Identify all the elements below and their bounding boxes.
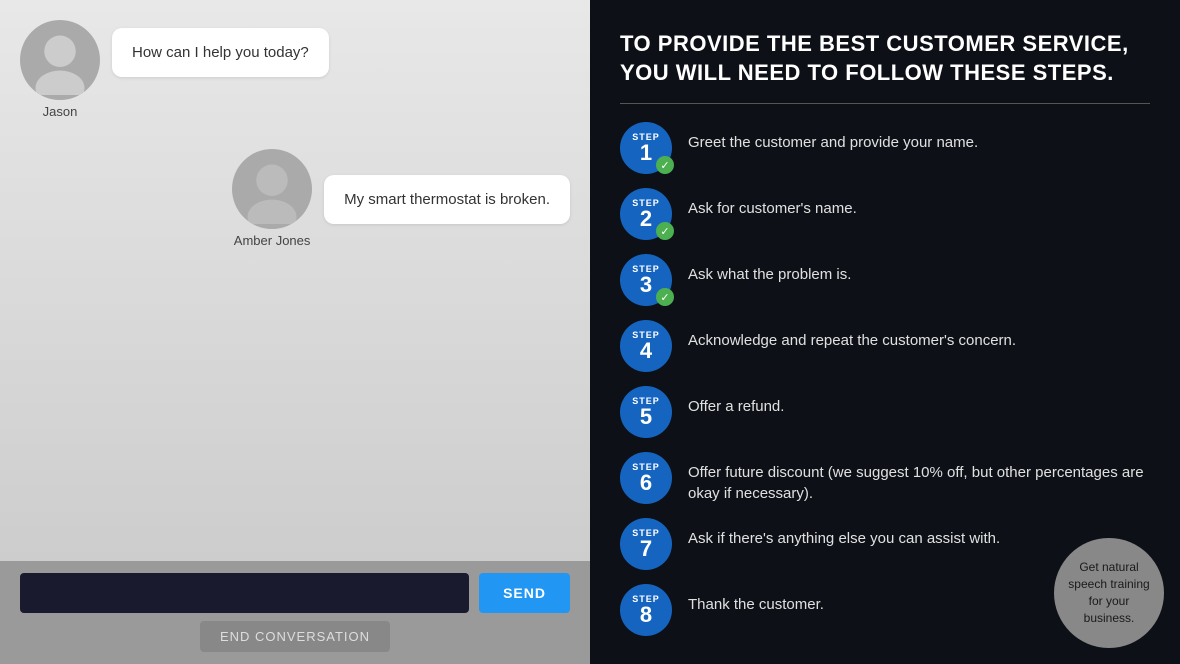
step-number-1: 1: [640, 142, 652, 164]
step-badge-5: STEP 5: [620, 386, 672, 438]
step-text-1: Greet the customer and provide your name…: [688, 122, 978, 153]
check-icon-2: ✓: [656, 222, 674, 240]
send-button[interactable]: SEND: [479, 573, 570, 613]
step-badge-container-7: STEP 7: [620, 518, 672, 570]
jason-avatar-container: Jason: [20, 20, 100, 119]
instructions-panel: TO PROVIDE THE BEST CUSTOMER SERVICE, YO…: [590, 0, 1180, 664]
jason-avatar: [20, 20, 100, 100]
title-divider: [620, 103, 1150, 104]
step-number-6: 6: [640, 472, 652, 494]
step-number-3: 3: [640, 274, 652, 296]
step-badge-container-5: STEP 5: [620, 386, 672, 438]
step-item-4: STEP 4 Acknowledge and repeat the custom…: [620, 320, 1150, 372]
jason-message: How can I help you today?: [112, 28, 329, 77]
step-badge-container-2: STEP 2 ✓: [620, 188, 672, 240]
chat-area: Jason How can I help you today? My smart…: [0, 0, 590, 561]
input-row: SEND: [20, 573, 570, 613]
step-text-5: Offer a refund.: [688, 386, 784, 417]
end-conversation-button[interactable]: END CONVERSATION: [200, 621, 390, 652]
step-number-7: 7: [640, 538, 652, 560]
message-row-amber: My smart thermostat is broken. Amber Jon…: [20, 149, 570, 248]
step-badge-6: STEP 6: [620, 452, 672, 504]
panel-title: TO PROVIDE THE BEST CUSTOMER SERVICE, YO…: [620, 30, 1150, 87]
step-badge-4: STEP 4: [620, 320, 672, 372]
step-text-3: Ask what the problem is.: [688, 254, 851, 285]
step-text-4: Acknowledge and repeat the customer's co…: [688, 320, 1016, 351]
step-text-6: Offer future discount (we suggest 10% of…: [688, 452, 1150, 504]
step-text-7: Ask if there's anything else you can ass…: [688, 518, 1000, 549]
step-badge-7: STEP 7: [620, 518, 672, 570]
amber-avatar-container: Amber Jones: [232, 149, 312, 248]
step-item-6: STEP 6 Offer future discount (we suggest…: [620, 452, 1150, 504]
step-item-1: STEP 1 ✓ Greet the customer and provide …: [620, 122, 1150, 174]
input-area: SEND END CONVERSATION: [0, 561, 590, 664]
amber-message: My smart thermostat is broken.: [324, 175, 570, 224]
chat-input[interactable]: [20, 573, 469, 613]
step-number-4: 4: [640, 340, 652, 362]
step-item-2: STEP 2 ✓ Ask for customer's name.: [620, 188, 1150, 240]
step-badge-container-1: STEP 1 ✓: [620, 122, 672, 174]
step-badge-container-6: STEP 6: [620, 452, 672, 504]
step-number-2: 2: [640, 208, 652, 230]
step-number-8: 8: [640, 604, 652, 626]
step-text-8: Thank the customer.: [688, 584, 824, 615]
step-number-5: 5: [640, 406, 652, 428]
check-icon-3: ✓: [656, 288, 674, 306]
amber-name: Amber Jones: [234, 233, 311, 248]
amber-avatar: [232, 149, 312, 229]
branding-badge: Get natural speech training for your bus…: [1054, 538, 1164, 648]
step-item-3: STEP 3 ✓ Ask what the problem is.: [620, 254, 1150, 306]
step-badge-container-8: STEP 8: [620, 584, 672, 636]
jason-name: Jason: [43, 104, 78, 119]
step-text-2: Ask for customer's name.: [688, 188, 857, 219]
message-row-jason: Jason How can I help you today?: [20, 20, 570, 119]
check-icon-1: ✓: [656, 156, 674, 174]
chat-panel: Jason How can I help you today? My smart…: [0, 0, 590, 664]
step-badge-container-3: STEP 3 ✓: [620, 254, 672, 306]
step-badge-container-4: STEP 4: [620, 320, 672, 372]
step-badge-8: STEP 8: [620, 584, 672, 636]
step-item-5: STEP 5 Offer a refund.: [620, 386, 1150, 438]
